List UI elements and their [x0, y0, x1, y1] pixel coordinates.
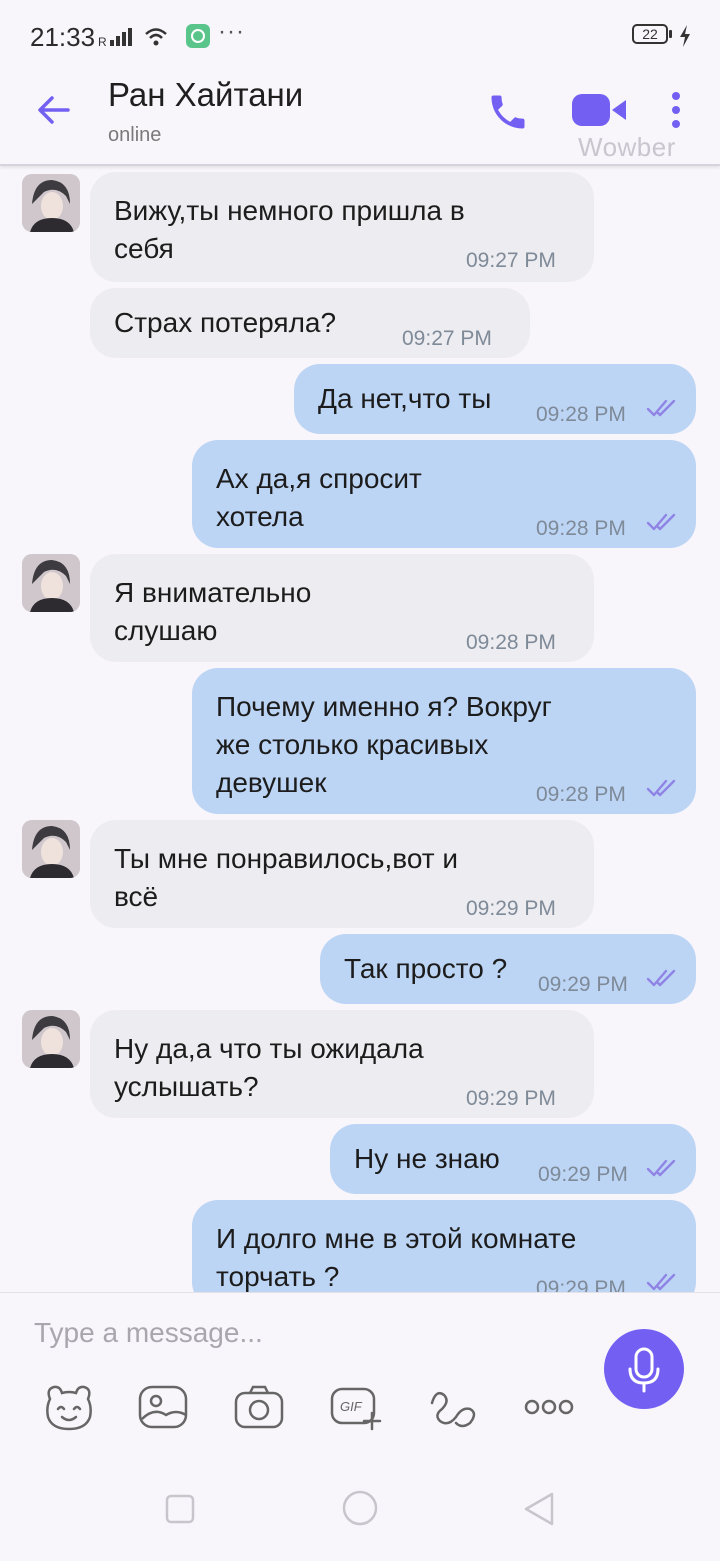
recent-apps-button[interactable]	[164, 1493, 196, 1525]
battery-level: 22	[632, 24, 668, 44]
home-button[interactable]	[341, 1489, 379, 1527]
message-text: И долго мне в этой комнате торчать ?	[216, 1223, 577, 1292]
camera-icon[interactable]	[232, 1383, 286, 1431]
svg-text:R: R	[98, 35, 107, 48]
message-text: Ну да,а что ты ожидала услышать?	[114, 1033, 424, 1102]
message-list[interactable]: Вижу,ты немного пришла в себя 09:27 PM С…	[0, 164, 720, 1292]
avatar[interactable]	[22, 1010, 80, 1068]
message-bubble-outgoing[interactable]: Да нет,что ты 09:28 PM	[294, 364, 696, 434]
message-time: 09:29 PM	[538, 973, 628, 996]
message-time: 09:28 PM	[536, 517, 626, 540]
message-time: 09:27 PM	[466, 249, 556, 272]
message-time: 09:28 PM	[466, 631, 556, 654]
more-vertical-icon[interactable]	[666, 90, 686, 130]
message-text: Страх потеряла?	[114, 307, 337, 338]
message-text: Я внимательно слушаю	[114, 577, 312, 646]
gif-icon[interactable]: GIF	[328, 1383, 384, 1431]
avatar-image	[22, 174, 80, 232]
phone-icon[interactable]	[486, 90, 530, 134]
video-camera-icon[interactable]	[570, 92, 628, 128]
microphone-icon	[628, 1347, 660, 1393]
avatar-image	[22, 1010, 80, 1068]
gallery-icon[interactable]	[136, 1383, 190, 1431]
message-bubble-outgoing[interactable]: Ах да,я спросит хотела 09:28 PM	[192, 440, 696, 548]
message-bubble-incoming[interactable]: Страх потеряла? 09:27 PM	[90, 288, 530, 358]
watermark: Wowber	[578, 132, 676, 162]
read-ticks-icon	[646, 399, 676, 417]
message-time: 09:29 PM	[466, 897, 556, 920]
message-input[interactable]: Type a message...	[34, 1317, 263, 1349]
message-text: Да нет,что ты	[318, 383, 492, 414]
back-button[interactable]	[522, 1491, 556, 1527]
back-arrow-icon[interactable]	[34, 90, 74, 130]
read-ticks-icon	[646, 969, 676, 987]
message-time: 09:28 PM	[536, 403, 626, 426]
doodle-icon[interactable]	[426, 1383, 480, 1431]
message-bubble-outgoing[interactable]: Почему именно я? Вокруг же столько краси…	[192, 668, 696, 814]
composer: Type a message... GIF	[0, 1292, 720, 1561]
contact-status: online	[108, 124, 162, 146]
read-ticks-icon	[646, 513, 676, 531]
avatar-image	[22, 820, 80, 878]
message-bubble-incoming[interactable]: Вижу,ты немного пришла в себя 09:27 PM	[90, 172, 594, 282]
charging-icon	[680, 25, 690, 47]
message-time: 09:29 PM	[536, 1277, 626, 1292]
contact-name[interactable]: Ран Хайтани	[108, 76, 303, 114]
message-time: 09:27 PM	[402, 327, 492, 350]
read-ticks-icon	[646, 779, 676, 797]
message-text: Вижу,ты немного пришла в себя	[114, 195, 465, 264]
read-ticks-icon	[646, 1159, 676, 1177]
avatar[interactable]	[22, 174, 80, 232]
avatar[interactable]	[22, 554, 80, 612]
message-text: Ты мне понравилось,вот и всё	[114, 843, 459, 912]
avatar[interactable]	[22, 820, 80, 878]
message-time: 09:29 PM	[538, 1163, 628, 1186]
sticker-icon[interactable]	[42, 1383, 96, 1433]
message-time: 09:28 PM	[536, 783, 626, 806]
message-text: Ах да,я спросит хотела	[216, 463, 422, 532]
message-bubble-outgoing[interactable]: Ну не знаю 09:29 PM	[330, 1124, 696, 1194]
signal-icon: R	[98, 28, 167, 48]
svg-text:GIF: GIF	[340, 1399, 363, 1414]
message-bubble-incoming[interactable]: Я внимательно слушаю 09:28 PM	[90, 554, 594, 662]
app-notification-icon	[186, 24, 210, 48]
status-more-dots: ···	[218, 18, 245, 45]
status-time: 21:33	[30, 22, 96, 52]
battery-icon: 22	[632, 24, 676, 46]
message-text: Ну не знаю	[354, 1143, 500, 1174]
message-bubble-outgoing[interactable]: И долго мне в этой комнате торчать ? 09:…	[192, 1200, 696, 1292]
message-bubble-incoming[interactable]: Ты мне понравилось,вот и всё 09:29 PM	[90, 820, 594, 928]
avatar-image	[22, 554, 80, 612]
message-bubble-outgoing[interactable]: Так просто ? 09:29 PM	[320, 934, 696, 1004]
read-ticks-icon	[646, 1273, 676, 1291]
message-text: Так просто ?	[344, 953, 508, 984]
message-time: 09:29 PM	[466, 1087, 556, 1110]
voice-message-button[interactable]	[604, 1329, 684, 1409]
message-bubble-incoming[interactable]: Ну да,а что ты ожидала услышать? 09:29 P…	[90, 1010, 594, 1118]
more-horizontal-icon[interactable]	[522, 1383, 576, 1431]
message-text: Почему именно я? Вокруг же столько краси…	[216, 691, 552, 798]
